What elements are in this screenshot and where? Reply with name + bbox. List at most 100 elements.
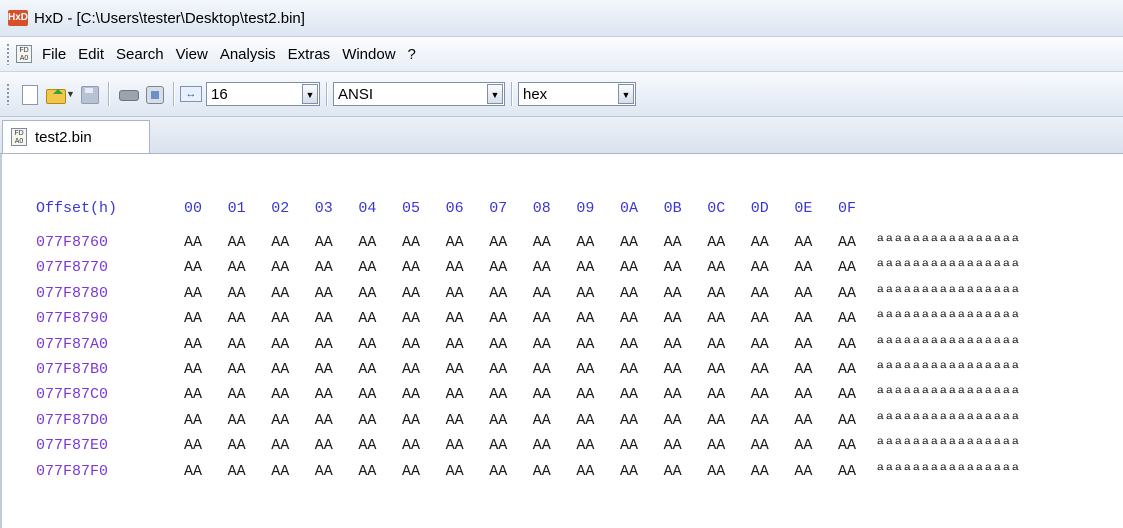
hex-byte[interactable]: AA xyxy=(751,234,769,251)
hex-byte[interactable]: AA xyxy=(794,437,812,454)
hex-byte[interactable]: AA xyxy=(489,310,507,327)
hex-byte[interactable]: AA xyxy=(446,310,464,327)
hex-byte[interactable]: AA xyxy=(228,336,246,353)
hex-byte[interactable]: AA xyxy=(576,386,594,403)
hex-byte[interactable]: AA xyxy=(402,463,420,480)
hex-byte[interactable]: AA xyxy=(533,437,551,454)
hex-byte[interactable]: AA xyxy=(664,259,682,276)
hex-byte[interactable]: AA xyxy=(794,336,812,353)
hex-byte[interactable]: AA xyxy=(184,285,202,302)
hex-byte[interactable]: AA xyxy=(358,437,376,454)
hex-byte[interactable]: AA xyxy=(707,437,725,454)
hex-byte[interactable]: AA xyxy=(489,234,507,251)
hex-byte[interactable]: AA xyxy=(664,386,682,403)
hex-byte[interactable]: AA xyxy=(358,463,376,480)
hex-byte[interactable]: AA xyxy=(576,463,594,480)
hex-byte[interactable]: AA xyxy=(664,412,682,429)
hex-byte[interactable]: AA xyxy=(620,310,638,327)
hex-byte[interactable]: AA xyxy=(489,463,507,480)
hex-byte[interactable]: AA xyxy=(184,310,202,327)
hex-byte[interactable]: AA xyxy=(664,336,682,353)
hex-byte[interactable]: AA xyxy=(315,361,333,378)
hex-byte[interactable]: AA xyxy=(707,336,725,353)
hex-byte[interactable]: AA xyxy=(446,412,464,429)
open-disk-button[interactable] xyxy=(117,83,139,105)
ascii-text[interactable]: ªªªªªªªªªªªªªªªª xyxy=(876,361,1020,378)
hex-byte[interactable]: AA xyxy=(489,259,507,276)
document-system-menu-icon[interactable]: FD A0 xyxy=(16,45,32,63)
hex-editor-view[interactable]: Offset(h) 00 01 02 03 04 05 06 07 08 09 0A 0B 0C 0D 0E… xyxy=(0,154,1123,528)
hex-byte[interactable]: AA xyxy=(751,285,769,302)
hex-byte[interactable]: AA xyxy=(794,463,812,480)
hex-byte[interactable]: AA xyxy=(838,463,856,480)
hex-byte[interactable]: AA xyxy=(271,412,289,429)
hex-byte[interactable]: AA xyxy=(358,361,376,378)
hex-byte[interactable]: AA xyxy=(576,234,594,251)
hex-byte[interactable]: AA xyxy=(446,437,464,454)
hex-byte[interactable]: AA xyxy=(228,234,246,251)
hex-byte[interactable]: AA xyxy=(664,361,682,378)
hex-byte[interactable]: AA xyxy=(576,285,594,302)
hex-byte[interactable]: AA xyxy=(184,463,202,480)
menubar-grip-icon[interactable] xyxy=(6,43,10,65)
hex-byte[interactable]: AA xyxy=(228,310,246,327)
menu-analysis[interactable]: Analysis xyxy=(214,46,282,63)
hex-byte[interactable]: AA xyxy=(228,412,246,429)
hex-byte[interactable]: AA xyxy=(184,234,202,251)
hex-byte[interactable]: AA xyxy=(315,336,333,353)
hex-byte[interactable]: AA xyxy=(838,412,856,429)
ascii-text[interactable]: ªªªªªªªªªªªªªªªª xyxy=(876,412,1020,429)
charset-select[interactable]: ANSI ▼ xyxy=(333,82,505,106)
menu-view[interactable]: View xyxy=(170,46,214,63)
hex-byte[interactable]: AA xyxy=(707,412,725,429)
hex-byte[interactable]: AA xyxy=(533,285,551,302)
ascii-text[interactable]: ªªªªªªªªªªªªªªªª xyxy=(876,463,1020,480)
ascii-text[interactable]: ªªªªªªªªªªªªªªªª xyxy=(876,285,1020,302)
menu-window[interactable]: Window xyxy=(336,46,401,63)
hex-byte[interactable]: AA xyxy=(576,437,594,454)
hex-byte[interactable]: AA xyxy=(402,437,420,454)
ascii-text[interactable]: ªªªªªªªªªªªªªªªª xyxy=(876,437,1020,454)
hex-byte[interactable]: AA xyxy=(446,259,464,276)
toolbar-grip-icon[interactable] xyxy=(6,83,10,105)
hex-byte[interactable]: AA xyxy=(664,437,682,454)
hex-byte[interactable]: AA xyxy=(794,412,812,429)
hex-byte[interactable]: AA xyxy=(533,412,551,429)
tab-test2-bin[interactable]: FD A0 test2.bin xyxy=(2,120,150,153)
hex-byte[interactable]: AA xyxy=(533,463,551,480)
hxd-app-icon[interactable]: HxD xyxy=(8,10,28,26)
hex-byte[interactable]: AA xyxy=(838,361,856,378)
hex-byte[interactable]: AA xyxy=(620,285,638,302)
hex-byte[interactable]: AA xyxy=(533,386,551,403)
hex-byte[interactable]: AA xyxy=(184,336,202,353)
hex-byte[interactable]: AA xyxy=(838,386,856,403)
menu-extras[interactable]: Extras xyxy=(282,46,337,63)
hex-byte[interactable]: AA xyxy=(271,386,289,403)
hex-byte[interactable]: AA xyxy=(707,285,725,302)
hex-byte[interactable]: AA xyxy=(751,259,769,276)
hex-byte[interactable]: AA xyxy=(707,463,725,480)
hex-byte[interactable]: AA xyxy=(271,336,289,353)
hex-byte[interactable]: AA xyxy=(402,336,420,353)
hex-byte[interactable]: AA xyxy=(576,361,594,378)
hex-byte[interactable]: AA xyxy=(838,336,856,353)
hex-byte[interactable]: AA xyxy=(533,234,551,251)
hex-byte[interactable]: AA xyxy=(228,437,246,454)
hex-byte[interactable]: AA xyxy=(533,336,551,353)
hex-byte[interactable]: AA xyxy=(315,285,333,302)
hex-byte[interactable]: AA xyxy=(271,463,289,480)
hex-byte[interactable]: AA xyxy=(184,259,202,276)
hex-byte[interactable]: AA xyxy=(751,412,769,429)
chevron-down-icon[interactable]: ▼ xyxy=(302,84,318,104)
hex-byte[interactable]: AA xyxy=(315,234,333,251)
hex-byte[interactable]: AA xyxy=(576,412,594,429)
hex-byte[interactable]: AA xyxy=(707,310,725,327)
hex-byte[interactable]: AA xyxy=(446,361,464,378)
bytes-per-row-select[interactable]: 16 ▼ xyxy=(206,82,320,106)
hex-byte[interactable]: AA xyxy=(402,412,420,429)
menu-file[interactable]: File xyxy=(32,46,72,63)
menu-search[interactable]: Search xyxy=(110,46,170,63)
hex-byte[interactable]: AA xyxy=(664,285,682,302)
hex-byte[interactable]: AA xyxy=(620,259,638,276)
hex-byte[interactable]: AA xyxy=(794,285,812,302)
